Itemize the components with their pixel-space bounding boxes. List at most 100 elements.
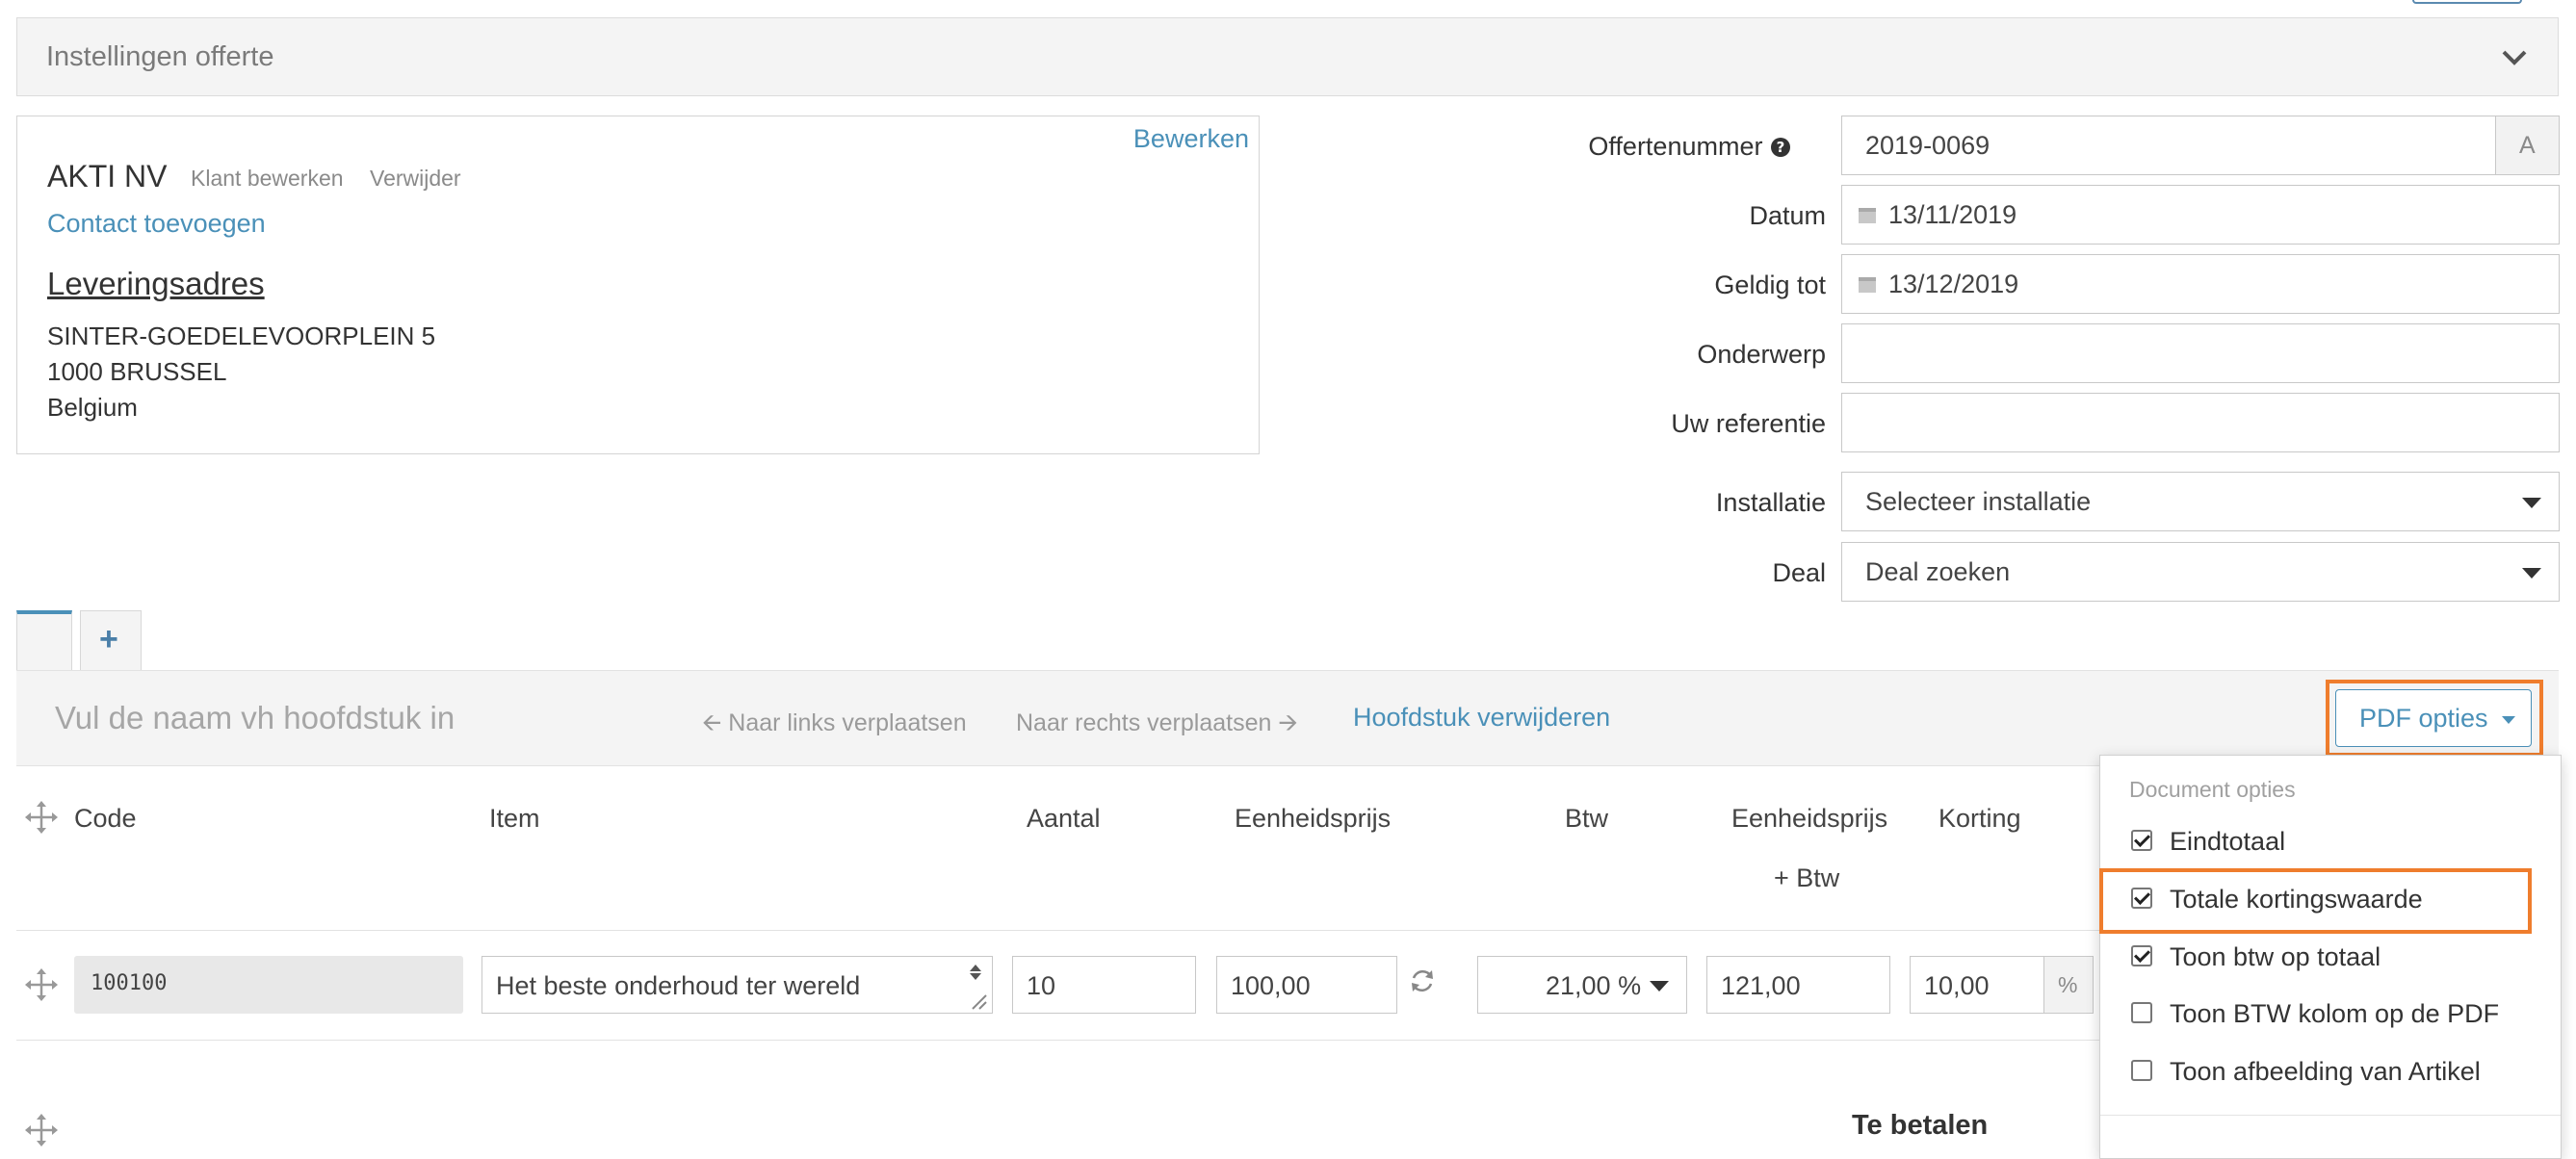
quote-number-label: Offertenummer ? <box>1406 132 1791 162</box>
address-line-1: SINTER-GOEDELEVOORPLEIN 5 <box>47 322 436 350</box>
deal-label: Deal <box>1772 558 1826 587</box>
auto-number-button[interactable]: A <box>2495 116 2560 175</box>
add-tab-button[interactable]: + <box>80 610 142 670</box>
qty-value: 10 <box>1027 971 1056 1000</box>
edit-customer-card-link[interactable]: Bewerken <box>1133 124 1249 154</box>
menu-item-label: Toon btw op totaal <box>2170 942 2381 971</box>
customer-card: Bewerken AKTI NV Klant bewerken Verwijde… <box>16 116 1260 454</box>
valid-until-input[interactable]: 13/12/2019 <box>1841 254 2560 314</box>
col-header-unit-price-vat-suffix: + Btw <box>1774 863 1840 892</box>
delivery-address-heading: Leveringsadres <box>47 266 265 301</box>
checkbox-checked-icon[interactable] <box>2131 945 2152 966</box>
col-header-vat: Btw <box>1565 804 1609 833</box>
menu-divider <box>2100 1115 2561 1116</box>
drag-handle-icon[interactable] <box>25 968 58 1001</box>
add-contact-link[interactable]: Contact toevoegen <box>47 209 266 239</box>
drag-handle-icon[interactable] <box>25 1114 58 1146</box>
chevron-down-icon[interactable] <box>2500 43 2529 72</box>
discount-unit-value: % <box>2058 972 2078 997</box>
checkbox-unchecked-icon[interactable] <box>2131 1060 2152 1081</box>
pdf-options-label: PDF opties <box>2359 704 2488 733</box>
calendar-icon <box>1859 277 1876 293</box>
date-input[interactable]: 13/11/2019 <box>1841 185 2560 245</box>
menu-item-highlight <box>2099 868 2532 934</box>
checkbox-unchecked-icon[interactable] <box>2131 1002 2152 1023</box>
item-value: Het beste onderhoud ter wereld <box>496 971 861 1000</box>
pdf-options-button[interactable]: PDF opties <box>2335 689 2532 747</box>
svg-text:?: ? <box>1777 139 1785 156</box>
quote-number-label-text: Offertenummer <box>1588 132 1763 161</box>
settings-accordion[interactable]: Instellingen offerte <box>16 17 2559 96</box>
help-icon[interactable]: ? <box>1770 137 1791 158</box>
caret-down-icon <box>1650 981 1669 992</box>
code-value: 100100 <box>91 971 168 995</box>
menu-item-toon-btw-op-totaal[interactable]: Toon btw op totaal <box>2131 942 2381 972</box>
menu-item-label: Toon BTW kolom op de PDF <box>2170 999 2500 1028</box>
arrow-right-icon: 🡪 <box>1278 709 1298 736</box>
date-value: 13/11/2019 <box>1888 200 2017 229</box>
drag-handle-icon[interactable] <box>25 801 58 834</box>
tab-chapter-1[interactable] <box>16 610 72 672</box>
deal-select[interactable]: Deal zoeken <box>1841 542 2560 602</box>
discount-input[interactable]: 10,00 <box>1910 956 2044 1014</box>
menu-item-label: Eindtotaal <box>2170 827 2286 856</box>
installation-select[interactable]: Selecteer installatie <box>1841 472 2560 531</box>
discount-value: 10,00 <box>1924 971 1990 1000</box>
arrow-left-icon: 🡨 <box>702 709 722 736</box>
col-header-item: Item <box>489 804 540 833</box>
unit-price-input[interactable]: 100,00 <box>1216 956 1397 1014</box>
subject-input[interactable] <box>1841 323 2560 383</box>
auto-number-label: A <box>2519 132 2536 159</box>
quote-number-input[interactable]: 2019-0069 <box>1841 116 2496 175</box>
address-line-2: 1000 BRUSSEL <box>47 357 227 386</box>
move-left-label: Naar links verplaatsen <box>728 709 967 736</box>
subject-label: Onderwerp <box>1697 340 1826 369</box>
vat-select[interactable]: 21,00 % <box>1477 956 1687 1014</box>
col-header-qty: Aantal <box>1027 804 1101 833</box>
qty-input[interactable]: 10 <box>1012 956 1196 1014</box>
settings-title: Instellingen offerte <box>46 41 274 72</box>
unit-price-vat-value: 121,00 <box>1721 971 1801 1000</box>
date-label: Datum <box>1749 201 1826 230</box>
move-left-link[interactable]: 🡨 Naar links verplaatsen <box>702 705 967 746</box>
menu-item-toon-afbeelding[interactable]: Toon afbeelding van Artikel <box>2131 1057 2481 1087</box>
menu-item-label: Toon afbeelding van Artikel <box>2170 1057 2481 1086</box>
code-field[interactable]: 100100 <box>74 956 463 1014</box>
chapter-toolbar: Vul de naam vh hoofdstuk in 🡨 Naar links… <box>16 670 2559 766</box>
remove-customer-link[interactable]: Verwijder <box>370 166 461 192</box>
chapter-name-input[interactable]: Vul de naam vh hoofdstuk in <box>55 700 455 736</box>
vat-value: 21,00 % <box>1546 971 1642 1000</box>
col-header-code: Code <box>74 804 137 833</box>
installation-label: Installatie <box>1715 488 1826 517</box>
top-right-button-edge[interactable] <box>2412 0 2522 4</box>
caret-down-icon <box>2522 498 2541 508</box>
customer-name: AKTI NV <box>47 159 168 193</box>
move-right-link[interactable]: Naar rechts verplaatsen 🡪 <box>1016 705 1298 746</box>
reference-input[interactable] <box>1841 393 2560 452</box>
valid-until-value: 13/12/2019 <box>1888 270 2019 298</box>
installation-value: Selecteer installatie <box>1865 487 2092 516</box>
caret-down-icon <box>2502 716 2515 724</box>
item-textarea[interactable]: Het beste onderhoud ter wereld <box>481 956 993 1014</box>
total-label: Te betalen <box>1852 1110 1989 1141</box>
textarea-scroll-icon[interactable] <box>963 959 988 1011</box>
checkbox-checked-icon[interactable] <box>2131 830 2152 851</box>
unit-price-vat-input[interactable]: 121,00 <box>1706 956 1890 1014</box>
refresh-icon[interactable] <box>1408 966 1437 995</box>
edit-customer-link[interactable]: Klant bewerken <box>191 166 344 192</box>
valid-until-label: Geldig tot <box>1714 270 1826 299</box>
menu-item-eindtotaal[interactable]: Eindtotaal <box>2131 827 2285 857</box>
delete-chapter-link[interactable]: Hoofdstuk verwijderen <box>1353 703 1610 733</box>
menu-item-toon-btw-kolom[interactable]: Toon BTW kolom op de PDF <box>2131 999 2499 1029</box>
col-header-unit-price-vat: Eenheidsprijs <box>1731 804 1888 833</box>
plus-icon: + <box>99 621 118 657</box>
discount-unit-addon: % <box>2043 956 2094 1014</box>
calendar-icon <box>1859 208 1876 223</box>
deal-value: Deal zoeken <box>1865 557 2011 586</box>
col-header-unit-price: Eenheidsprijs <box>1235 804 1392 833</box>
col-header-discount: Korting <box>1939 804 2021 833</box>
caret-down-icon <box>2522 568 2541 579</box>
move-right-label: Naar rechts verplaatsen <box>1016 709 1272 736</box>
quote-number-value: 2019-0069 <box>1865 131 1991 160</box>
address-line-3: Belgium <box>47 393 138 422</box>
